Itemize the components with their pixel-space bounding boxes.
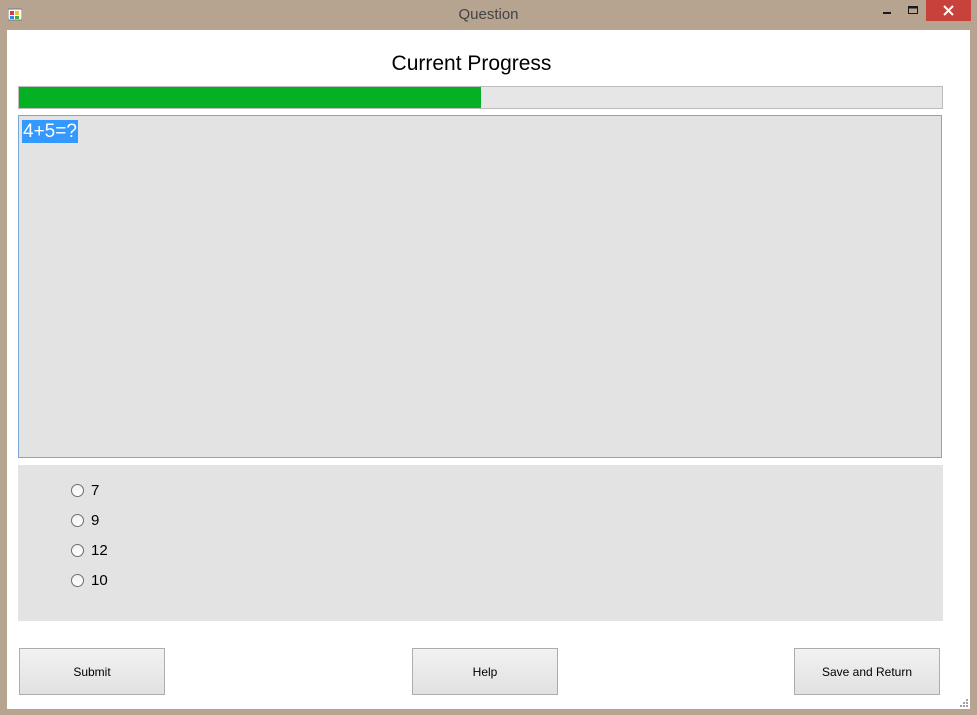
radio-button[interactable] <box>71 483 84 497</box>
window-title: Question <box>458 6 519 23</box>
progress-bar <box>18 86 943 109</box>
radio-button[interactable] <box>71 543 84 557</box>
answer-option[interactable]: 12 <box>71 540 108 560</box>
help-button[interactable]: Help <box>412 648 558 695</box>
maximize-button[interactable] <box>900 0 926 21</box>
resize-grip-icon[interactable] <box>958 697 968 707</box>
window-client-area: Current Progress 4+5=? 7 9 12 10 Submit … <box>7 30 970 709</box>
progress-bar-fill <box>19 87 481 108</box>
radio-button[interactable] <box>71 513 84 527</box>
save-and-return-button[interactable]: Save and Return <box>794 648 940 695</box>
answer-option[interactable]: 7 <box>71 480 99 500</box>
answer-option-label: 7 <box>91 481 100 499</box>
answer-option-label: 9 <box>91 511 100 529</box>
submit-button[interactable]: Submit <box>19 648 165 695</box>
answer-options-panel: 7 9 12 10 <box>18 465 943 621</box>
answer-option-label: 10 <box>91 571 108 589</box>
progress-title: Current Progress <box>391 52 552 75</box>
maximize-icon <box>908 6 918 14</box>
answer-option[interactable]: 10 <box>71 570 108 590</box>
close-button[interactable] <box>926 0 971 21</box>
answer-option[interactable]: 9 <box>71 510 99 530</box>
minimize-icon <box>883 12 891 14</box>
answer-option-label: 12 <box>91 541 108 559</box>
title-bar[interactable]: Question <box>0 0 977 30</box>
radio-button[interactable] <box>71 573 84 587</box>
close-icon <box>943 5 954 16</box>
question-text: 4+5=? <box>22 120 78 143</box>
question-textbox[interactable]: 4+5=? <box>18 115 942 458</box>
minimize-button[interactable] <box>874 0 900 21</box>
